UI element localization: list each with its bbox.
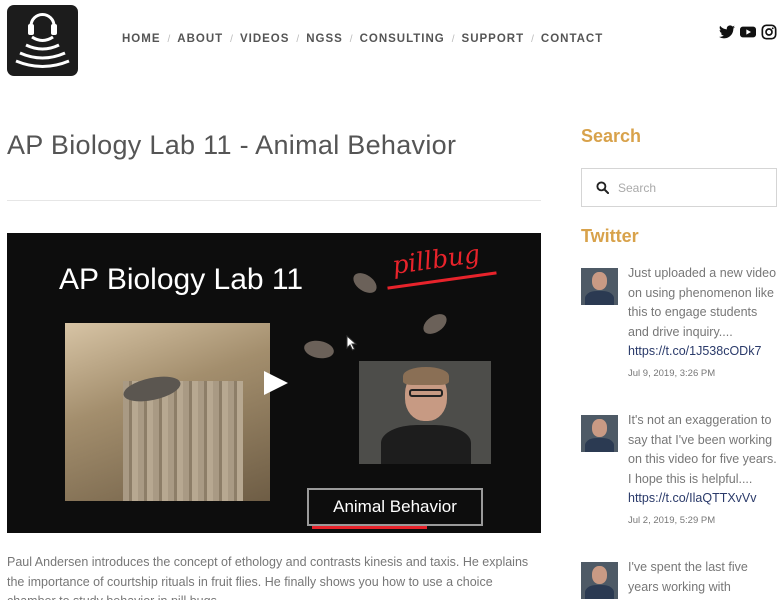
tweet-link[interactable]: https://t.co/IlaQTTXvVv	[628, 489, 778, 509]
cursor-icon	[346, 335, 358, 351]
tweet-date[interactable]: Jul 9, 2019, 3:26 PM	[628, 368, 778, 379]
search-box[interactable]	[581, 168, 777, 207]
main-nav: HOME / ABOUT / VIDEOS / NGSS / CONSULTIN…	[122, 33, 603, 45]
nav-support[interactable]: SUPPORT	[462, 33, 525, 45]
instagram-icon[interactable]	[761, 24, 777, 40]
nav-separator: /	[531, 33, 534, 45]
pillbug-image	[302, 338, 336, 361]
avatar[interactable]	[581, 415, 618, 452]
pillbug-image	[349, 268, 381, 298]
label-underline	[312, 526, 427, 529]
tweet-text: I've spent the last five years working w…	[628, 560, 748, 594]
headphones-logo-icon	[15, 13, 70, 68]
video-handwriting: pillbug	[390, 239, 482, 280]
nav-contact[interactable]: CONTACT	[541, 33, 603, 45]
nav-consulting[interactable]: CONSULTING	[360, 33, 445, 45]
avatar[interactable]	[581, 268, 618, 305]
nav-separator: /	[451, 33, 455, 45]
tweet-date[interactable]: Jul 2, 2019, 5:29 PM	[628, 515, 778, 526]
divider	[7, 200, 541, 201]
nav-home[interactable]: HOME	[122, 33, 161, 45]
video-player[interactable]: AP Biology Lab 11 pillbug Animal Behavio…	[7, 233, 541, 533]
search-icon	[596, 181, 609, 194]
nav-separator: /	[296, 33, 300, 45]
page-title: AP Biology Lab 11 - Animal Behavior	[7, 130, 457, 160]
video-title-text: AP Biology Lab 11	[59, 263, 304, 296]
twitter-icon[interactable]	[719, 25, 735, 39]
video-description: Paul Andersen introduces the concept of …	[7, 555, 529, 600]
tweet-text: It's not an exaggeration to say that I'v…	[628, 413, 777, 486]
twitter-heading: Twitter	[581, 226, 639, 246]
avatar[interactable]	[581, 562, 618, 599]
search-input[interactable]	[618, 180, 758, 195]
nav-separator: /	[167, 33, 171, 45]
tweet-link[interactable]: https://t.co/1J538cODk7	[628, 342, 778, 362]
presenter-thumbnail	[359, 361, 491, 464]
social-links	[719, 24, 777, 40]
youtube-icon[interactable]	[740, 25, 756, 39]
nav-separator: /	[349, 33, 353, 45]
play-icon[interactable]	[260, 369, 290, 397]
nav-ngss[interactable]: NGSS	[306, 33, 343, 45]
pillbug-image	[419, 309, 451, 339]
pillbug-photo	[65, 323, 270, 501]
site-logo[interactable]	[7, 5, 78, 76]
search-heading: Search	[581, 126, 642, 146]
nav-videos[interactable]: VIDEOS	[240, 33, 289, 45]
video-label: Animal Behavior	[307, 488, 483, 526]
tweet-text: Just uploaded a new video on using pheno…	[628, 266, 777, 339]
nav-about[interactable]: ABOUT	[177, 33, 223, 45]
nav-separator: /	[230, 33, 233, 45]
